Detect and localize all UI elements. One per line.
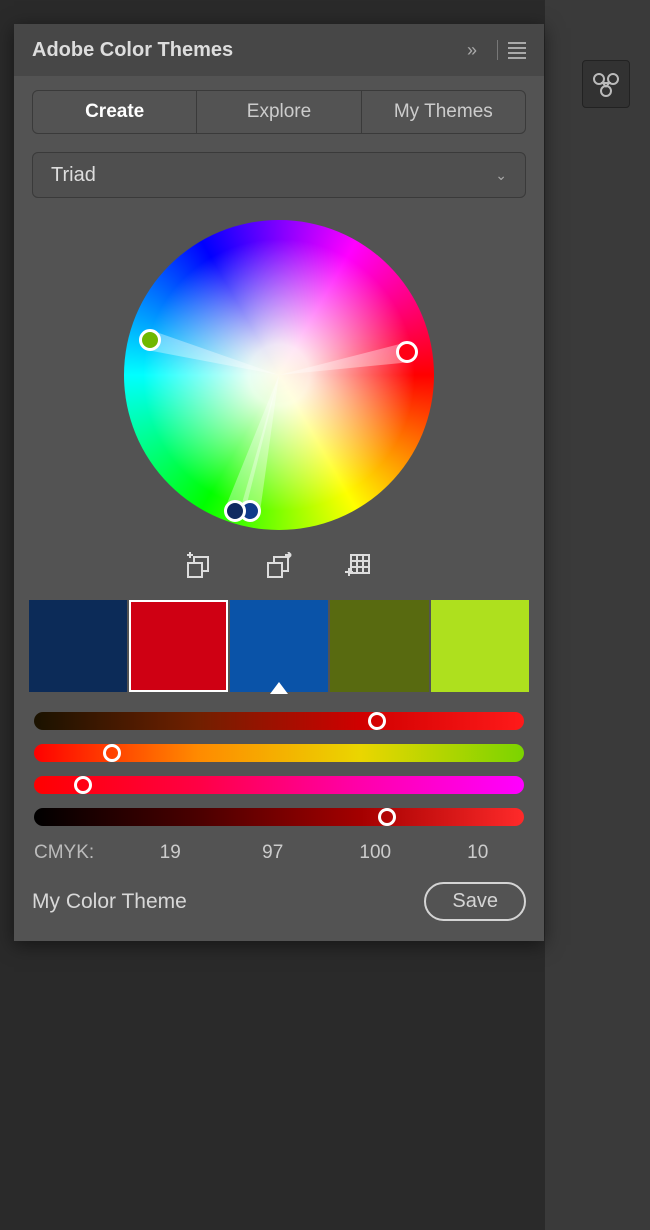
header-divider: [497, 40, 498, 60]
swatch-row: [28, 600, 530, 692]
cmyk-label: CMYK:: [34, 842, 114, 864]
harmony-rule-select[interactable]: Triad ⌄: [32, 152, 526, 198]
tab-my-themes[interactable]: My Themes: [362, 91, 525, 133]
panel-body: Create Explore My Themes Triad ⌄: [14, 76, 544, 941]
panel-header: Adobe Color Themes »: [14, 24, 544, 76]
wheel-handle[interactable]: [224, 500, 246, 522]
swatch[interactable]: [431, 600, 529, 692]
color-slider[interactable]: [34, 744, 524, 762]
swatch[interactable]: [29, 600, 127, 692]
panel-footer: My Color Theme Save: [32, 882, 526, 921]
swatch[interactable]: [230, 600, 328, 692]
cmyk-k[interactable]: 10: [432, 842, 525, 864]
panel-title: Adobe Color Themes: [32, 39, 467, 62]
wheel-wedge: [248, 375, 279, 522]
app-side-strip: [545, 0, 650, 1230]
wheel-wedge: [233, 375, 279, 518]
cmyk-m[interactable]: 97: [227, 842, 320, 864]
color-themes-tool-icon[interactable]: [582, 60, 630, 108]
set-active-from-swatch-icon[interactable]: [184, 550, 214, 580]
tabs: Create Explore My Themes: [32, 90, 526, 134]
color-sliders: [34, 712, 524, 826]
swatch-tools: [32, 540, 526, 590]
slider-thumb[interactable]: [103, 744, 121, 762]
color-slider[interactable]: [34, 808, 524, 826]
cmyk-c[interactable]: 19: [124, 842, 217, 864]
tab-explore[interactable]: Explore: [197, 91, 361, 133]
color-themes-panel: Adobe Color Themes » Create Explore My T…: [14, 24, 544, 941]
cmyk-y[interactable]: 100: [329, 842, 422, 864]
swatch[interactable]: [129, 600, 227, 692]
swatch[interactable]: [330, 600, 428, 692]
color-slider[interactable]: [34, 712, 524, 730]
slider-thumb[interactable]: [368, 712, 386, 730]
slider-thumb[interactable]: [74, 776, 92, 794]
color-slider[interactable]: [34, 776, 524, 794]
panel-menu-icon[interactable]: [508, 42, 526, 59]
set-swatch-from-active-icon[interactable]: [264, 550, 294, 580]
theme-name-field[interactable]: My Color Theme: [32, 890, 410, 914]
color-wheel-area: [32, 212, 526, 540]
wheel-handle[interactable]: [396, 341, 418, 363]
base-color-marker: [270, 682, 288, 694]
add-to-swatches-icon[interactable]: [344, 550, 374, 580]
collapse-icon[interactable]: »: [467, 40, 477, 61]
harmony-rule-value: Triad: [51, 164, 96, 187]
slider-thumb[interactable]: [378, 808, 396, 826]
tab-create[interactable]: Create: [33, 91, 197, 133]
cmyk-row: CMYK: 19 97 100 10: [34, 842, 524, 864]
save-button[interactable]: Save: [424, 882, 526, 921]
wheel-handle[interactable]: [139, 329, 161, 351]
color-wheel[interactable]: [124, 220, 434, 530]
chevron-down-icon: ⌄: [495, 167, 507, 184]
